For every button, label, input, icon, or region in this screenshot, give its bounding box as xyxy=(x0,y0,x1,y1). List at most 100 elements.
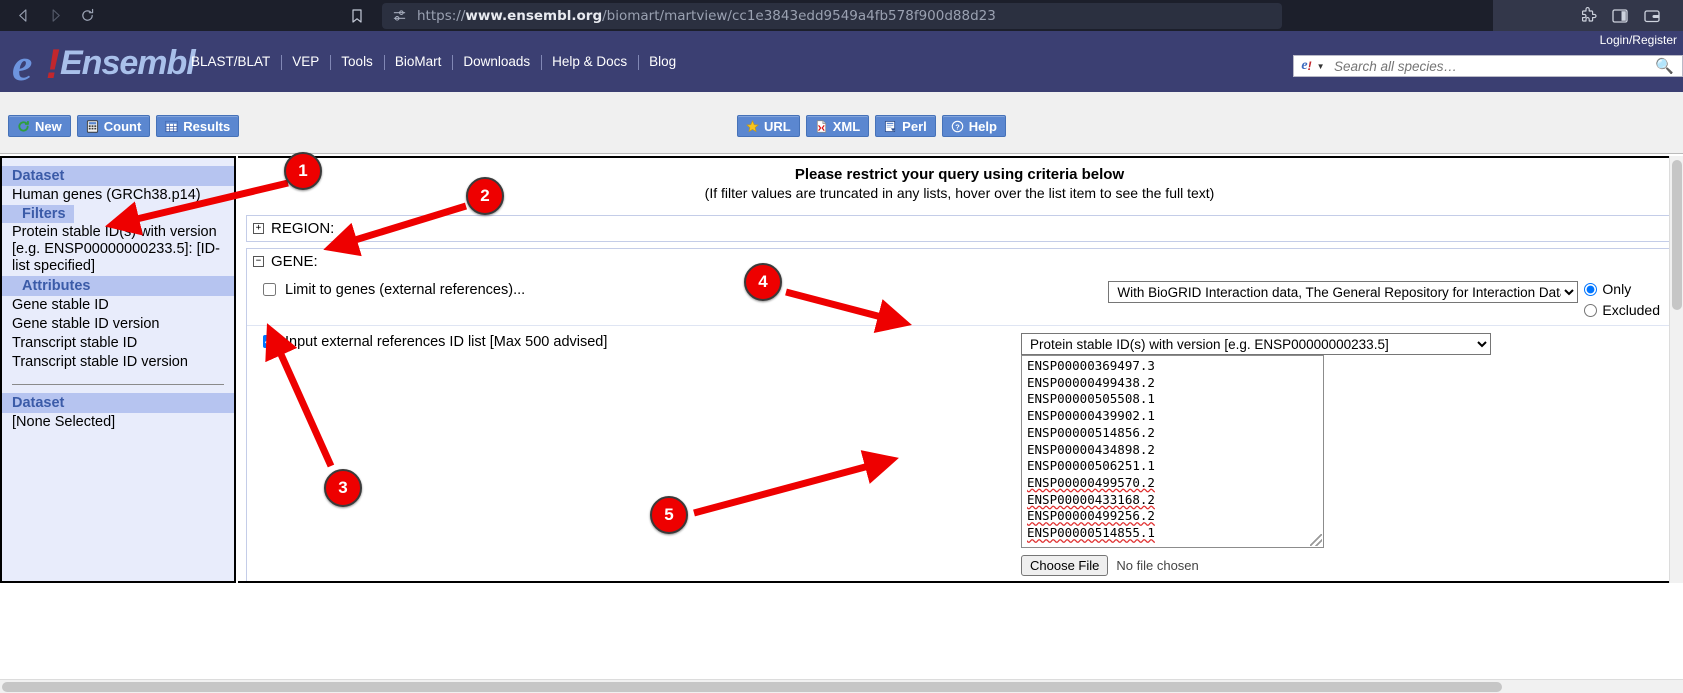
section-header-gene[interactable]: − GENE: xyxy=(246,248,1673,274)
filter-label-id-list[interactable]: Input external references ID list [Max 5… xyxy=(263,333,607,350)
radio-label-excluded: Excluded xyxy=(1602,302,1660,318)
star-icon xyxy=(746,119,759,133)
sidebar-filter-item[interactable]: Protein stable ID(s) with version [e.g. … xyxy=(2,223,234,276)
count-button[interactable]: Count xyxy=(76,115,151,137)
perl-script-icon xyxy=(884,120,897,133)
site-permissions-icon[interactable] xyxy=(392,8,407,23)
xml-document-icon xyxy=(815,119,828,133)
extensions-puzzle-icon[interactable] xyxy=(1579,6,1597,25)
radio-only-external-references[interactable]: Only xyxy=(1584,281,1660,297)
page-bottom-whitespace xyxy=(0,583,1683,693)
filter-label-external-references[interactable]: Limit to genes (external references)... xyxy=(263,281,525,298)
sidebar-heading-dataset-2: Dataset xyxy=(2,393,234,413)
nav-item-help-docs[interactable]: Help & Docs xyxy=(541,54,638,70)
id-list-line: ENSP00000439902.1 xyxy=(1027,408,1155,424)
external-references-select[interactable]: With BioGRID Interaction data, The Gener… xyxy=(1108,281,1579,303)
section-header-region[interactable]: + REGION: xyxy=(246,215,1673,242)
url-text: https://www.ensembl.org/biomart/martview… xyxy=(417,7,996,24)
url-button[interactable]: URL xyxy=(737,115,800,137)
help-button-label: Help xyxy=(968,118,997,134)
forward-arrow-icon[interactable] xyxy=(40,3,70,29)
perl-button-label: Perl xyxy=(902,118,927,134)
calculator-icon xyxy=(86,119,99,133)
annotation-badge-5: 5 xyxy=(650,496,688,534)
reload-icon[interactable] xyxy=(72,3,102,29)
brave-wallet-icon[interactable] xyxy=(1643,7,1661,25)
toolbar-left-group: New Count Results xyxy=(8,115,240,137)
sidebar-dataset-value[interactable]: Human genes (GRCh38.p14) xyxy=(2,186,234,205)
annotation-badge-3: 3 xyxy=(324,469,362,507)
nav-item-downloads[interactable]: Downloads xyxy=(452,54,541,70)
id-list-line: ENSP00000499256.2 xyxy=(1027,508,1155,524)
results-button-label: Results xyxy=(183,118,231,134)
question-circle-icon: ? xyxy=(951,120,964,133)
collapse-toggle-icon[interactable]: − xyxy=(253,256,264,267)
page-title: Please restrict your query using criteri… xyxy=(794,166,1125,183)
species-search-box[interactable]: e!▼ 🔍 xyxy=(1293,55,1683,77)
query-summary-sidebar: Dataset Human genes (GRCh38.p14) Filters… xyxy=(0,156,236,583)
bookmark-icon[interactable] xyxy=(342,3,372,29)
choose-file-button[interactable]: Choose File xyxy=(1021,555,1109,576)
help-button[interactable]: ? Help xyxy=(941,115,1006,137)
sidebar-attribute-item[interactable]: Transcript stable ID xyxy=(2,334,234,353)
file-status-text: No file chosen xyxy=(1116,558,1199,573)
toolbar-right-group: URL XML Perl ? Help xyxy=(737,115,1006,137)
expand-toggle-icon[interactable]: + xyxy=(253,223,264,234)
annotation-badge-2: 2 xyxy=(466,177,504,215)
scrollbar-thumb[interactable] xyxy=(2,682,1502,692)
browser-toolbar: https://www.ensembl.org/biomart/martview… xyxy=(0,0,1683,31)
ensembl-nav: BLAST/BLAT VEP Tools BioMart Downloads H… xyxy=(180,31,687,92)
annotation-badge-4: 4 xyxy=(744,263,782,301)
nav-item-blog[interactable]: Blog xyxy=(638,54,687,70)
id-list-line: ENSP00000506251.1 xyxy=(1027,458,1155,474)
scrollbar-thumb[interactable] xyxy=(1672,160,1682,310)
filter-row-external-references: Limit to genes (external references)... … xyxy=(247,274,1672,326)
sidebar-heading-attributes[interactable]: Attributes xyxy=(2,276,234,296)
login-register-link[interactable]: Login/Register xyxy=(1600,33,1677,47)
sidebar-dataset2-value[interactable]: [None Selected] xyxy=(2,413,234,432)
ensembl-masthead: e ! Ensembl BLAST/BLAT VEP Tools BioMart… xyxy=(0,31,1683,92)
magnifier-icon[interactable]: 🔍 xyxy=(1647,57,1682,75)
radio-input-only[interactable] xyxy=(1584,283,1598,296)
page-horizontal-scrollbar[interactable] xyxy=(0,679,1683,693)
nav-item-vep[interactable]: VEP xyxy=(281,54,330,70)
nav-item-biomart[interactable]: BioMart xyxy=(383,54,453,70)
results-button[interactable]: Results xyxy=(156,115,240,137)
id-list-area: ENSP00000369497.3 ENSP00000499438.2 ENSP… xyxy=(1021,355,1324,576)
logo-wordmark: Ensembl xyxy=(60,44,196,82)
file-upload-row: Choose File No file chosen xyxy=(1021,555,1324,576)
filter-checkbox-id-list[interactable] xyxy=(263,335,276,348)
sidebar-attribute-item[interactable]: Gene stable ID version xyxy=(2,315,234,334)
back-arrow-icon[interactable] xyxy=(8,3,38,29)
refresh-green-icon xyxy=(17,120,30,133)
id-list-textarea[interactable]: ENSP00000369497.3 ENSP00000499438.2 ENSP… xyxy=(1021,355,1324,548)
xml-button[interactable]: XML xyxy=(805,115,870,137)
sidebar-panel-icon[interactable] xyxy=(1611,7,1629,25)
search-input[interactable] xyxy=(1332,57,1648,75)
filter-text-external-references: Limit to genes (external references)... xyxy=(285,282,526,298)
radio-label-only: Only xyxy=(1602,281,1632,297)
logo-e-glyph: e xyxy=(12,39,33,90)
radio-input-excluded[interactable] xyxy=(1584,304,1598,317)
page-vertical-scrollbar[interactable] xyxy=(1669,156,1683,583)
perl-button[interactable]: Perl xyxy=(875,115,936,137)
sidebar-divider xyxy=(12,384,224,385)
filter-checkbox-external-references[interactable] xyxy=(263,283,276,296)
radio-excluded-external-references[interactable]: Excluded xyxy=(1584,302,1660,318)
nav-item-blast-blat[interactable]: BLAST/BLAT xyxy=(180,54,281,69)
ensembl-logo[interactable]: e ! Ensembl xyxy=(8,36,196,90)
sidebar-attribute-item[interactable]: Transcript stable ID version xyxy=(2,353,234,372)
id-type-select[interactable]: Protein stable ID(s) with version [e.g. … xyxy=(1021,333,1491,355)
ensembl-mini-logo-icon[interactable]: e! ▼ xyxy=(1294,56,1332,76)
biomart-toolbar: New Count Results URL XML Perl ? Help xyxy=(0,92,1683,154)
xml-button-label: XML xyxy=(832,118,861,134)
nav-item-tools[interactable]: Tools xyxy=(330,54,384,70)
url-bar[interactable]: https://www.ensembl.org/biomart/martview… xyxy=(382,2,1282,29)
sidebar-attribute-item[interactable]: Gene stable ID xyxy=(2,296,234,315)
textarea-resize-handle[interactable] xyxy=(1310,534,1322,546)
annotation-badge-1: 1 xyxy=(284,152,322,190)
count-button-label: Count xyxy=(103,118,142,134)
new-button[interactable]: New xyxy=(8,115,71,137)
sidebar-heading-filters[interactable]: Filters xyxy=(2,205,74,223)
sidebar-heading-dataset: Dataset xyxy=(2,166,234,186)
